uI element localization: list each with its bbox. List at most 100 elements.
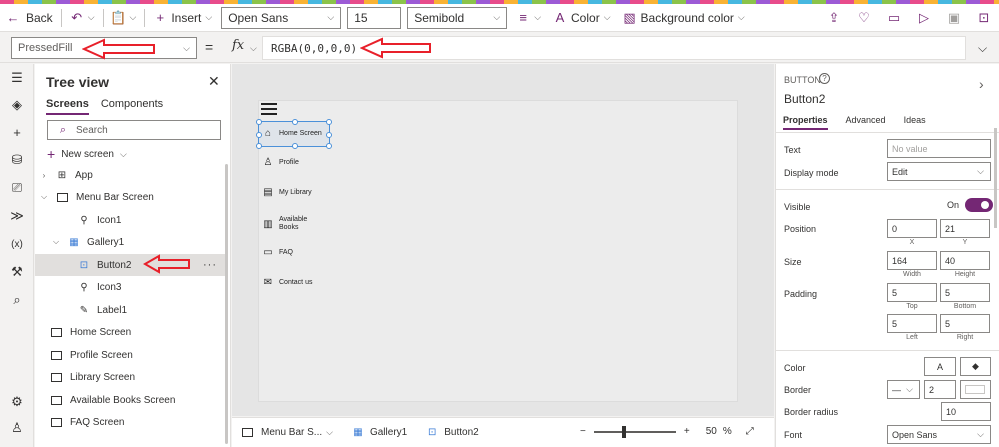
background-color-button[interactable]: ▧ Background color ⌵ — [617, 4, 751, 32]
font-size-input[interactable]: 15 — [347, 6, 402, 29]
text-align-button[interactable]: ≡ ⌵ — [510, 4, 547, 32]
display-mode-select[interactable]: Edit ⌵ — [887, 162, 991, 181]
tree-item-library-screen[interactable]: Library Screen — [35, 366, 227, 388]
power-automate-icon[interactable]: ≫ — [9, 208, 25, 224]
more-options-icon[interactable]: ··· — [203, 259, 217, 271]
chevron-down-icon[interactable]: ⌵ — [51, 237, 61, 247]
fit-to-screen-icon[interactable]: ⤢ — [746, 426, 754, 437]
insert-icon[interactable]: + — [9, 124, 25, 140]
new-screen-button[interactable]: + New screen ⌵ — [47, 146, 127, 162]
position-y-input[interactable]: 21 — [940, 219, 990, 238]
save-icon[interactable]: ▣ — [947, 10, 961, 25]
menu-icon[interactable]: ☰ — [9, 70, 25, 86]
control-name[interactable]: Button2 — [784, 92, 825, 106]
canvas-menu-faq[interactable]: ▭ FAQ — [262, 247, 293, 258]
paste-button[interactable]: 📋 ⌵ — [106, 4, 143, 32]
properties-scrollbar[interactable] — [994, 128, 997, 228]
chevron-down-icon[interactable]: ⌵ — [39, 192, 49, 202]
resize-handle[interactable] — [256, 119, 262, 125]
resize-handle[interactable] — [292, 143, 298, 149]
tab-ideas[interactable]: Ideas — [904, 115, 926, 130]
chevron-right-icon[interactable]: › — [979, 76, 984, 92]
width-input[interactable]: 164 — [887, 251, 937, 270]
zoom-in-icon[interactable]: + — [684, 426, 690, 437]
comment-icon[interactable]: ▭ — [887, 10, 901, 25]
tree-item-available-books-screen[interactable]: Available Books Screen — [35, 389, 227, 411]
tree-scrollbar[interactable] — [225, 164, 228, 444]
resize-handle[interactable] — [326, 119, 332, 125]
breadcrumb-gallery[interactable]: ▦ Gallery1 — [351, 427, 407, 439]
zoom-slider-thumb[interactable] — [621, 425, 626, 438]
layers-icon[interactable]: ◈ — [9, 97, 25, 113]
padding-top-input[interactable]: 5 — [887, 283, 937, 302]
padding-bottom-input[interactable]: 5 — [940, 283, 990, 302]
help-icon[interactable]: ? — [819, 73, 830, 84]
tree-item-faq-screen[interactable]: FAQ Screen — [35, 411, 227, 433]
zoom-slider[interactable] — [593, 425, 676, 438]
insert-button[interactable]: + Insert ⌵ — [147, 4, 218, 32]
canvas-menu-available-books[interactable]: ▥ Available Books — [262, 216, 313, 232]
tools-icon[interactable]: ⚒ — [9, 264, 25, 280]
height-input[interactable]: 40 — [940, 251, 990, 270]
resize-handle[interactable] — [326, 143, 332, 149]
border-width-input[interactable]: 2 — [924, 380, 956, 399]
search-icon[interactable]: ⌕ — [9, 292, 25, 308]
font-weight-select[interactable]: Semibold ⌵ — [407, 6, 508, 29]
back-button[interactable]: ← Back — [0, 4, 59, 32]
canvas-menu-contact[interactable]: ✉ Contact us — [262, 277, 313, 288]
tab-screens[interactable]: Screens — [46, 98, 89, 115]
tab-advanced[interactable]: Advanced — [846, 115, 886, 130]
tree-item-home-screen[interactable]: Home Screen — [35, 321, 227, 343]
data-icon[interactable]: ⛁ — [9, 152, 25, 168]
close-icon[interactable]: ✕ — [208, 73, 220, 90]
chevron-down-icon[interactable]: ⌵ — [250, 43, 257, 54]
app-checker-icon[interactable]: ♡ — [857, 10, 871, 25]
border-style-select[interactable]: — ⌵ — [887, 380, 920, 399]
position-x-input[interactable]: 0 — [887, 219, 937, 238]
fx-icon[interactable]: fx — [232, 38, 244, 53]
tab-properties[interactable]: Properties — [783, 115, 828, 130]
virtual-agent-icon[interactable]: ♙ — [9, 420, 25, 436]
tree-search-input[interactable]: ⌕ Search — [47, 120, 221, 140]
play-icon[interactable]: ▷ — [917, 10, 931, 25]
tree-item-label1[interactable]: ✎ Label1 — [35, 299, 227, 321]
text-input[interactable]: No value — [887, 139, 991, 158]
breadcrumb-screen[interactable]: Menu Bar S... ⌵ — [242, 427, 333, 438]
zoom-out-icon[interactable]: − — [580, 426, 586, 437]
variables-icon[interactable]: (x) — [9, 236, 25, 252]
resize-handle[interactable] — [326, 132, 332, 138]
fill-color-picker[interactable]: ◆ — [960, 357, 991, 376]
padding-left-input[interactable]: 5 — [887, 314, 937, 333]
font-family-select[interactable]: Open Sans ⌵ — [221, 6, 342, 29]
tree-item-icon1[interactable]: ⚲ Icon1 — [35, 209, 227, 231]
tree-item-profile-screen[interactable]: Profile Screen — [35, 344, 227, 366]
divider — [776, 350, 999, 351]
border-color-picker[interactable] — [960, 380, 991, 399]
expand-formula-icon[interactable]: ⌵ — [978, 41, 987, 56]
color-button[interactable]: A Color ⌵ — [547, 4, 617, 32]
tree-item-menu-bar-screen[interactable]: ⌵ Menu Bar Screen — [35, 186, 227, 208]
border-radius-input[interactable]: 10 — [941, 402, 991, 421]
settings-icon[interactable]: ⚙ — [9, 394, 25, 410]
canvas-menu-home[interactable]: ⌂ Home Screen — [262, 128, 322, 139]
media-icon[interactable]: ⎚ — [9, 180, 25, 196]
undo-button[interactable]: ↶ ⌵ — [64, 4, 101, 32]
canvas-menu-library[interactable]: ▤ My Library — [262, 187, 311, 198]
resize-handle[interactable] — [256, 143, 262, 149]
tree-item-gallery1[interactable]: ⌵ ▦ Gallery1 — [35, 231, 227, 253]
padding-right-input[interactable]: 5 — [940, 314, 990, 333]
tree-item-app[interactable]: › ⊞ App — [35, 164, 227, 186]
tree-item-button2[interactable]: ⊡ Button2 ··· — [35, 254, 227, 276]
share-icon[interactable]: ⇪ — [827, 10, 841, 25]
font-select[interactable]: Open Sans ⌵ — [887, 425, 991, 444]
tree-item-icon3[interactable]: ⚲ Icon3 — [35, 276, 227, 298]
chevron-right-icon[interactable]: › — [39, 171, 49, 180]
resize-handle[interactable] — [292, 119, 298, 125]
visible-toggle[interactable] — [965, 198, 993, 212]
canvas-menu-profile[interactable]: ♙ Profile — [262, 157, 299, 168]
breadcrumb-button[interactable]: ⊡ Button2 — [425, 427, 479, 439]
publish-icon[interactable]: ⊡ — [977, 10, 991, 25]
hamburger-icon[interactable] — [261, 103, 277, 115]
tab-components[interactable]: Components — [101, 98, 163, 115]
text-color-picker[interactable]: A — [924, 357, 956, 376]
